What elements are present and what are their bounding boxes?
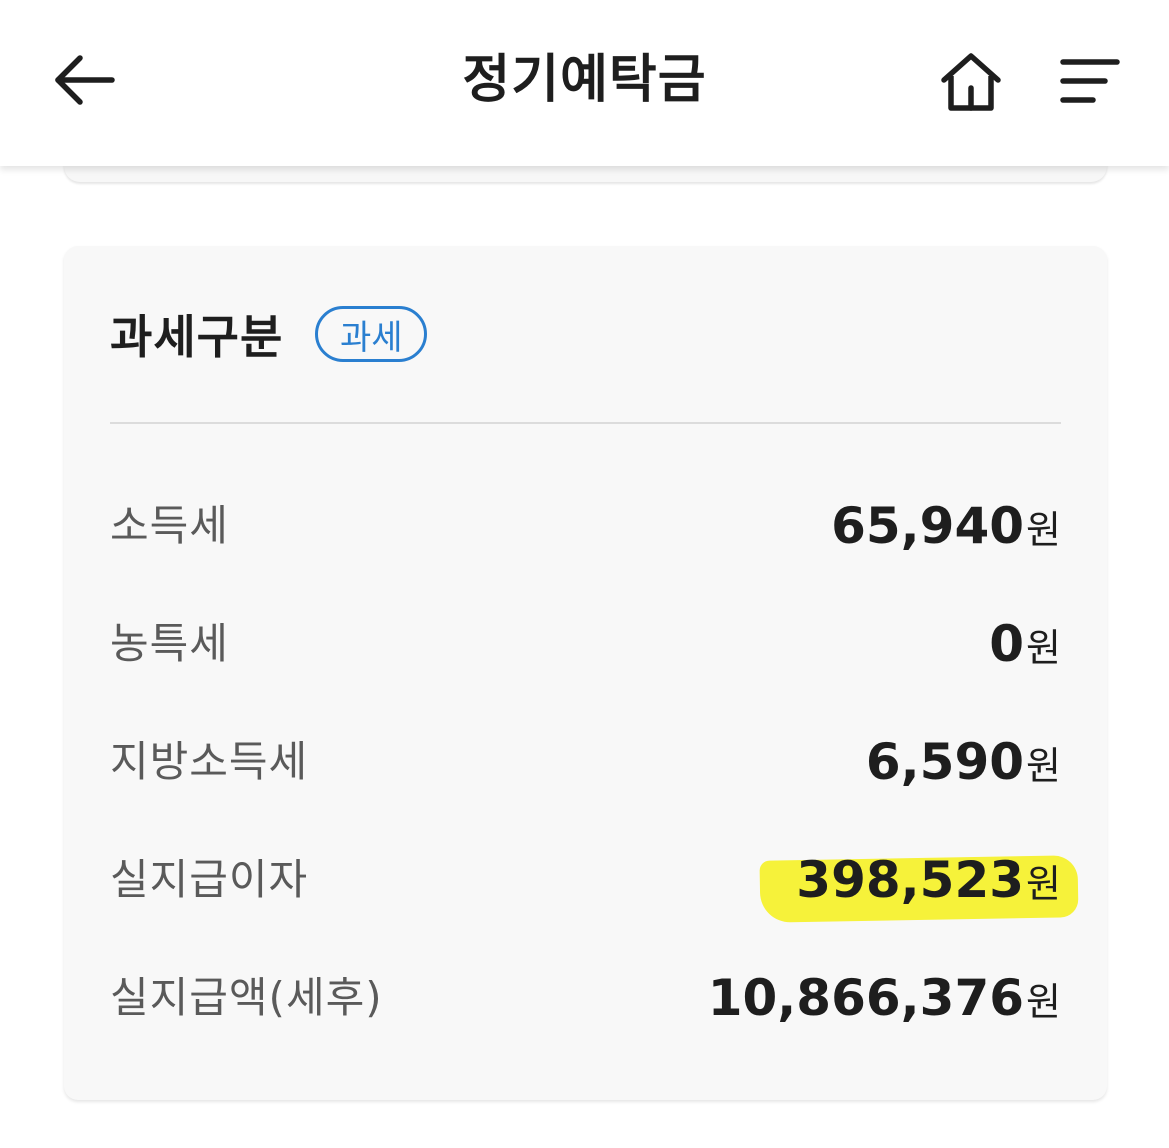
row-label: 농특세 [110, 619, 229, 668]
row-unit: 원 [1026, 508, 1061, 552]
row-value: 6,590 원 [866, 732, 1061, 796]
home-icon [941, 53, 1001, 111]
net-payout-after-tax-row: 실지급액(세후) 10,866,376 원 [110, 968, 1061, 1086]
row-value: 65,940 원 [831, 496, 1061, 560]
menu-button[interactable] [1052, 48, 1126, 114]
tax-status-badge: 과세 [315, 306, 428, 362]
card-divider [110, 422, 1061, 424]
row-amount: 6,590 [865, 733, 1025, 791]
row-unit: 원 [1026, 744, 1061, 788]
row-unit: 원 [1026, 980, 1061, 1024]
row-unit: 원 [1026, 862, 1061, 906]
income-tax-row: 소득세 65,940 원 [110, 496, 1061, 614]
card-title: 과세구분 [110, 310, 284, 364]
row-value: 10,866,376 원 [708, 968, 1061, 1032]
row-value: 398,523 원 [759, 850, 1079, 923]
row-amount: 0 [989, 615, 1025, 673]
card-header: 과세구분 과세 [110, 302, 428, 366]
local-income-tax-row: 지방소득세 6,590 원 [110, 732, 1061, 850]
rural-special-tax-row: 농특세 0 원 [110, 614, 1061, 732]
menu-icon [1060, 59, 1120, 103]
row-label: 실지급액(세후) [110, 973, 383, 1022]
row-label: 소득세 [110, 501, 229, 550]
row-amount: 10,866,376 [707, 969, 1025, 1027]
row-value: 0 원 [989, 614, 1061, 678]
row-amount: 65,940 [831, 497, 1025, 555]
row-label: 지방소득세 [110, 737, 309, 786]
net-interest-row: 실지급이자 398,523 원 [110, 850, 1079, 968]
row-amount: 398,523 [759, 850, 1079, 923]
row-unit: 원 [1026, 626, 1061, 670]
row-label: 실지급이자 [110, 855, 309, 904]
app-header: 정기예탁금 [0, 0, 1169, 166]
tax-classification-card: 과세구분 과세 소득세 65,940 원 농특세 0 원 지방소득세 6,590… [64, 246, 1107, 1100]
tax-detail-list: 소득세 65,940 원 농특세 0 원 지방소득세 6,590 원 실지급이자… [110, 496, 1079, 1086]
page: 정기예탁금 과세구분 과세 소득세 65,940 원 농특세 0 원 지방소득세… [0, 0, 1169, 1148]
home-button[interactable] [932, 46, 1010, 118]
